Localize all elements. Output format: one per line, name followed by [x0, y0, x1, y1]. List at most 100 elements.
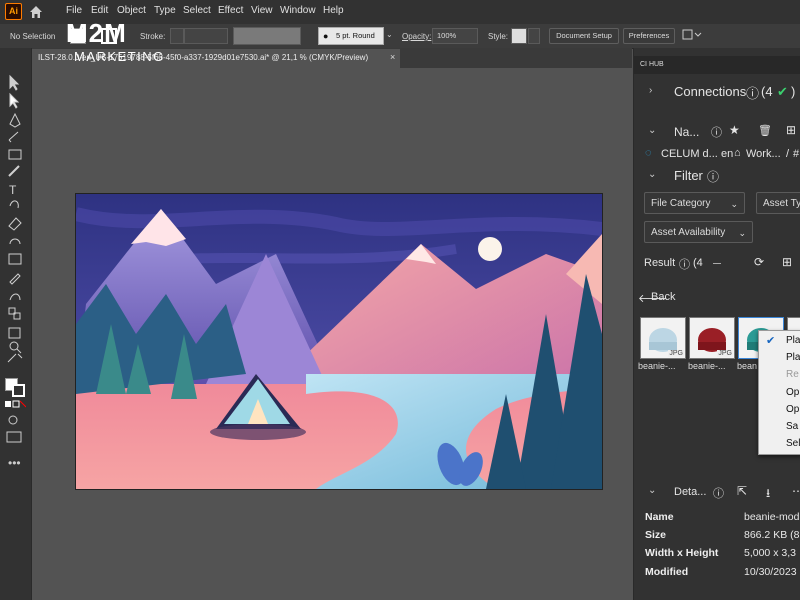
brush-label: 5 pt. Round — [336, 31, 375, 40]
details-label: Deta... — [674, 486, 707, 498]
name-label: Na... — [674, 125, 700, 139]
menu-effect[interactable]: Effect — [218, 5, 243, 16]
opacity-field[interactable]: 100% — [432, 28, 478, 44]
detail-label-dimensions: Width x Height — [645, 547, 719, 559]
back-button[interactable]: Back — [651, 291, 675, 303]
chevron-down-icon[interactable]: ⌄ — [648, 169, 656, 180]
menu-type[interactable]: Type — [154, 5, 176, 16]
connections-label: Connections — [674, 84, 747, 99]
menu-view[interactable]: View — [251, 5, 273, 16]
asset-availability-dropdown[interactable]: Asset Availability ⌄ — [644, 221, 753, 243]
context-menu-item[interactable]: Pla — [786, 352, 800, 363]
context-menu-item-disabled: Re — [786, 369, 799, 380]
preferences-button[interactable]: Preferences — [623, 28, 675, 44]
close-icon[interactable]: × — [390, 52, 395, 62]
asset-thumbnail[interactable]: JPG — [640, 317, 686, 359]
watermark-logo: M2M — [66, 18, 127, 48]
menu-object[interactable]: Object — [117, 5, 146, 16]
brush-dot-icon: ● — [323, 31, 329, 41]
add-icon[interactable]: ⊞ — [786, 123, 796, 137]
menu-select[interactable]: Select — [183, 5, 211, 16]
check-icon: ✔ — [777, 84, 788, 99]
asset-type-dropdown[interactable]: Asset Ty — [756, 192, 800, 214]
file-type-badge: JPG — [717, 350, 733, 357]
panel-title: CI HUB — [640, 61, 664, 68]
menu-help[interactable]: Help — [323, 5, 344, 16]
detail-label-modified: Modified — [645, 566, 689, 578]
info-icon[interactable]: ⓘ — [707, 168, 719, 185]
open-external-icon[interactable]: ⇱ — [737, 484, 747, 498]
opacity-value: 100% — [437, 31, 457, 40]
brush-definition[interactable]: ● 5 pt. Round — [318, 27, 384, 45]
color-mode-icons[interactable] — [4, 400, 26, 448]
result-label: Result — [644, 257, 676, 269]
artboard-illustration[interactable] — [75, 193, 603, 490]
asset-name: beanie-... — [688, 361, 726, 371]
detail-label-size: Size — [645, 529, 667, 541]
asset-availability-label: Asset Availability — [651, 227, 726, 238]
info-icon[interactable]: ⓘ — [746, 83, 759, 102]
file-category-label: File Category — [651, 198, 711, 209]
refresh-icon[interactable]: ⟳ — [754, 255, 764, 269]
stroke-color-box[interactable] — [12, 384, 25, 397]
asset-type-label: Asset Ty — [763, 198, 800, 209]
landscape-illustration — [76, 194, 602, 489]
menu-file[interactable]: File — [66, 5, 82, 16]
chevron-down-icon[interactable]: ⌄ — [386, 30, 393, 39]
paren-close: ) — [791, 84, 796, 99]
star-icon[interactable]: ★ — [729, 123, 740, 137]
more-tools-icon[interactable]: ••• — [8, 456, 21, 470]
style-dropdown[interactable] — [528, 28, 540, 44]
context-menu-item[interactable]: Pla — [786, 335, 800, 346]
detail-value-dimensions: 5,000 x 3,3 — [744, 547, 796, 559]
asset-name: bean — [737, 361, 758, 371]
info-icon[interactable]: ⓘ — [679, 256, 690, 272]
style-label: Style: — [488, 32, 509, 41]
detail-value-name: beanie-mod — [744, 511, 800, 523]
asset-thumbnail[interactable]: JPG — [689, 317, 735, 359]
checkmark-icon: ✔ — [766, 335, 776, 347]
context-menu-item[interactable]: Op — [786, 404, 799, 415]
info-icon[interactable]: ⓘ — [713, 485, 724, 501]
grid-icon[interactable]: ⊞ — [782, 255, 792, 269]
download-icon[interactable]: ⭳ — [766, 484, 770, 505]
stroke-label: Stroke: — [140, 32, 166, 41]
chevron-down-icon[interactable]: ⌄ — [648, 125, 656, 136]
opacity-label: Opacity: — [402, 32, 432, 41]
svg-text:T: T — [9, 183, 17, 197]
path-source[interactable]: CELUM d... — [661, 148, 718, 160]
info-icon[interactable]: ⓘ — [711, 124, 722, 140]
context-menu-item[interactable]: Sel — [786, 438, 800, 449]
trash-icon[interactable]: 🗑 — [758, 124, 772, 137]
document-setup-button[interactable]: Document Setup — [549, 28, 619, 44]
asset-name: beanie-... — [638, 361, 676, 371]
chevron-down-icon: ⌄ — [738, 228, 746, 238]
file-category-dropdown[interactable]: File Category ⌄ — [644, 192, 745, 214]
path-home[interactable]: Work... — [746, 148, 781, 160]
more-icon[interactable]: ⋯ — [792, 484, 800, 498]
arrange-documents-icon[interactable] — [682, 29, 706, 41]
context-menu-item[interactable]: Sa — [786, 421, 798, 432]
watermark-subtitle: MARKETING — [74, 49, 165, 64]
stroke-stepper[interactable] — [170, 28, 184, 44]
menu-window[interactable]: Window — [280, 5, 316, 16]
selection-status: No Selection — [10, 32, 56, 41]
detail-label-name: Name — [645, 511, 674, 523]
result-count: (4 — [693, 257, 703, 269]
chevron-right-icon[interactable]: › — [649, 85, 652, 96]
home-icon[interactable] — [28, 4, 44, 20]
filter-label: Filter — [674, 168, 703, 183]
chevron-down-icon[interactable]: ⌄ — [648, 485, 656, 496]
path-extra: # — [793, 148, 800, 160]
chevron-down-icon: ⌄ — [730, 199, 738, 209]
style-swatch[interactable] — [511, 28, 527, 44]
app-logo[interactable]: Ai — [5, 3, 22, 20]
detail-value-modified: 10/30/2023 — [744, 566, 797, 578]
context-menu-item[interactable]: Op — [786, 387, 799, 398]
menu-edit[interactable]: Edit — [91, 5, 108, 16]
detail-value-size: 866.2 KB (8 — [744, 529, 800, 541]
path-separator: / — [786, 148, 790, 160]
stroke-weight-field[interactable] — [184, 28, 228, 44]
home-icon[interactable]: ⌂ — [734, 147, 741, 159]
variable-width-profile[interactable] — [233, 27, 301, 45]
